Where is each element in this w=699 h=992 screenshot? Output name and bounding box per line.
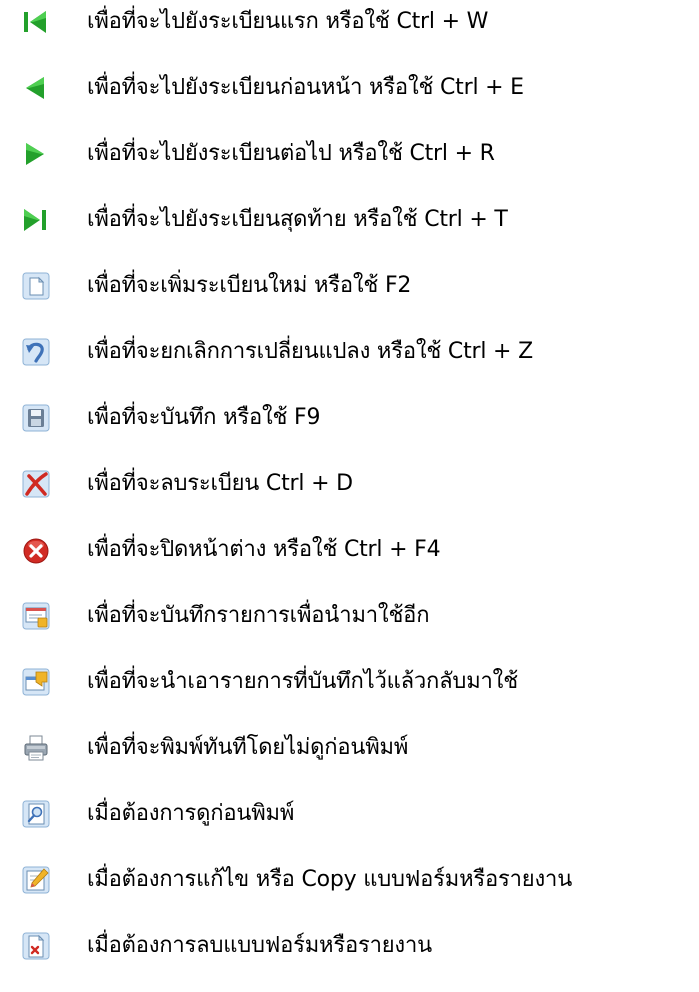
next-record-icon: [19, 138, 51, 170]
legend-row: เพื่อที่จะไปยังระเบียนสุดท้าย หรือใช้ Ct…: [0, 198, 699, 242]
legend-row: เมื่อต้องการแก้ไข หรือ Copy แบบฟอร์มหรือ…: [0, 858, 699, 902]
save-template-icon: [20, 600, 52, 632]
first-record-icon: [19, 6, 51, 38]
legend-text: เพื่อที่จะบันทึก หรือใช้ F9: [87, 405, 321, 430]
legend-row: เพื่อที่จะไปยังระเบียนก่อนหน้า หรือใช้ C…: [0, 66, 699, 110]
legend-row: เพื่อที่จะยกเลิกการเปลี่ยนแปลง หรือใช้ C…: [0, 330, 699, 374]
legend-text: เมื่อต้องการลบแบบฟอร์มหรือรายงาน: [87, 933, 432, 958]
legend-text: เพื่อที่จะยกเลิกการเปลี่ยนแปลง หรือใช้ C…: [87, 339, 533, 364]
legend-row: เพื่อที่จะพิมพ์ทันทีโดยไม่ดูก่อนพิมพ์: [0, 726, 699, 770]
delete-form-icon: [20, 930, 52, 962]
legend-text: เพื่อที่จะบันทึกรายการเพื่อนำมาใช้อีก: [87, 603, 430, 628]
legend-text: เมื่อต้องการดูก่อนพิมพ์: [87, 801, 295, 826]
legend-row: เพื่อที่จะบันทึก หรือใช้ F9: [0, 396, 699, 440]
legend-row: เพื่อที่จะไปยังระเบียนแรก หรือใช้ Ctrl +…: [0, 0, 699, 44]
legend-text: เพื่อที่จะไปยังระเบียนก่อนหน้า หรือใช้ C…: [87, 75, 524, 100]
print-preview-icon: [20, 798, 52, 830]
previous-record-icon: [19, 72, 51, 104]
close-window-icon: [20, 534, 52, 566]
legend-text: เพื่อที่จะลบระเบียน Ctrl + D: [87, 471, 353, 496]
legend-row: เพื่อที่จะนำเอารายการที่บันทึกไว้แล้วกลั…: [0, 660, 699, 704]
load-template-icon: [20, 666, 52, 698]
last-record-icon: [19, 204, 51, 236]
legend-text: เพื่อที่จะนำเอารายการที่บันทึกไว้แล้วกลั…: [87, 669, 518, 694]
legend-text: เพื่อที่จะไปยังระเบียนสุดท้าย หรือใช้ Ct…: [87, 207, 508, 232]
print-icon: [20, 732, 52, 764]
legend-text: เพื่อที่จะไปยังระเบียนต่อไป หรือใช้ Ctrl…: [87, 141, 495, 166]
legend-row: เพื่อที่จะไปยังระเบียนต่อไป หรือใช้ Ctrl…: [0, 132, 699, 176]
legend-text: เพื่อที่จะเพิ่มระเบียนใหม่ หรือใช้ F2: [87, 273, 412, 298]
edit-form-icon: [20, 864, 52, 896]
legend-text: เพื่อที่จะปิดหน้าต่าง หรือใช้ Ctrl + F4: [87, 537, 441, 562]
undo-icon: [20, 336, 52, 368]
legend-row: เพื่อที่จะลบระเบียน Ctrl + D: [0, 462, 699, 506]
legend-row: เมื่อต้องการลบแบบฟอร์มหรือรายงาน: [0, 924, 699, 968]
new-record-icon: [20, 270, 52, 302]
legend-row: เมื่อต้องการดูก่อนพิมพ์: [0, 792, 699, 836]
delete-record-icon: [20, 468, 52, 500]
legend-row: เพื่อที่จะปิดหน้าต่าง หรือใช้ Ctrl + F4: [0, 528, 699, 572]
legend-row: เพื่อที่จะเพิ่มระเบียนใหม่ หรือใช้ F2: [0, 264, 699, 308]
legend-text: เพื่อที่จะพิมพ์ทันทีโดยไม่ดูก่อนพิมพ์: [87, 735, 409, 760]
legend-text: เมื่อต้องการแก้ไข หรือ Copy แบบฟอร์มหรือ…: [87, 867, 573, 892]
save-icon: [20, 402, 52, 434]
legend-row: เพื่อที่จะบันทึกรายการเพื่อนำมาใช้อีก: [0, 594, 699, 638]
legend-text: เพื่อที่จะไปยังระเบียนแรก หรือใช้ Ctrl +…: [87, 9, 489, 34]
